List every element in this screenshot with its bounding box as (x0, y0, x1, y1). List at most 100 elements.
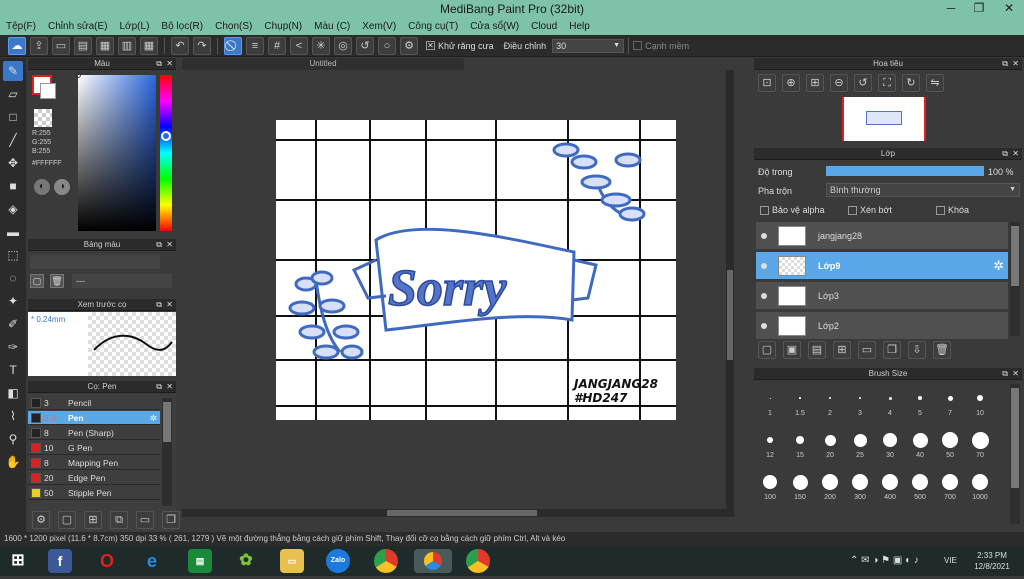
scrollbar-thumb[interactable] (1011, 226, 1019, 286)
canvas-vertical-scrollbar[interactable] (726, 70, 734, 517)
close-icon[interactable]: ✕ (1012, 148, 1019, 160)
grid-snap-icon[interactable]: # (268, 36, 286, 55)
new-halftone-layer-icon[interactable]: ▣ (783, 341, 801, 359)
layer-row[interactable]: jangjang28 (756, 222, 1008, 250)
brush-item[interactable]: 50 Stipple Pen (28, 486, 160, 500)
menu-color[interactable]: Màu (C) (308, 21, 356, 32)
comment-icon[interactable]: ▭ (52, 36, 70, 55)
hand-tool-icon[interactable]: ✋ (3, 452, 23, 472)
settings-icon[interactable]: ⚙ (400, 36, 418, 55)
menu-help[interactable]: Help (563, 21, 596, 32)
select-rect-tool-icon[interactable]: ⬚ (3, 245, 23, 265)
layer-row[interactable]: Lớp9 ✲ (756, 252, 1008, 280)
brush-size-option[interactable]: 25 (845, 428, 875, 459)
secondary-color-swatch[interactable] (40, 83, 56, 99)
facebook-icon[interactable]: f (48, 549, 72, 573)
brush-size-option[interactable]: 12 (755, 428, 785, 459)
zalo-icon[interactable]: Zalo (326, 549, 350, 573)
brush-size-option[interactable]: 300 (845, 470, 875, 501)
zoom-in-icon[interactable]: ⊕ (782, 74, 800, 92)
brush-size-option[interactable]: 20 (815, 428, 845, 459)
rotate-right-icon[interactable]: ↻ (902, 74, 920, 92)
cloud-icon[interactable]: ☁ (8, 36, 26, 55)
antialias-checkbox[interactable]: ✕ Khử răng cưa (426, 41, 494, 51)
palette-icon[interactable]: ◐ (34, 179, 50, 195)
brush-size-scrollbar[interactable] (1010, 384, 1020, 524)
dropper2-tool-icon[interactable]: ⚲ (3, 429, 23, 449)
zoom-out-icon[interactable]: ⊖ (830, 74, 848, 92)
shape-tool-icon[interactable]: □ (3, 107, 23, 127)
brush-size-option[interactable]: 700 (935, 470, 965, 501)
undo-icon[interactable]: ↶ (171, 36, 189, 55)
adjust-dropdown[interactable]: 30 ▼ (552, 38, 625, 53)
bucket-tool-icon[interactable]: ◈ (3, 199, 23, 219)
brush-size-option[interactable]: 1.5 (785, 386, 815, 417)
radial-snap-icon[interactable]: ✳ (312, 36, 330, 55)
add-layer-menu-icon[interactable]: ⊞ (833, 341, 851, 359)
trash-icon[interactable]: 🗑 (50, 274, 64, 288)
close-button[interactable]: ✕ (996, 0, 1022, 18)
redo-icon[interactable]: ↷ (193, 36, 211, 55)
zoom-fit-icon[interactable]: ⊡ (758, 74, 776, 92)
brush-size-option[interactable]: 5 (905, 386, 935, 417)
select-eraser-tool-icon[interactable]: ✑ (3, 337, 23, 357)
new-8bit-layer-icon[interactable]: ▤ (808, 341, 826, 359)
palette-name-field[interactable]: --- (72, 274, 172, 288)
app-icon[interactable]: ✿ (234, 549, 258, 573)
close-icon[interactable]: ✕ (1012, 368, 1019, 380)
close-icon[interactable]: ✕ (166, 381, 173, 393)
protect-alpha-checkbox[interactable]: Bảo vệ alpha (760, 205, 825, 215)
popout-icon[interactable]: ⧉ (156, 381, 162, 393)
brush-item[interactable]: 3.3 Pen ✲ (28, 411, 160, 425)
brush-size-option[interactable]: 4 (875, 386, 905, 417)
menu-file[interactable]: Tệp(F) (0, 21, 42, 32)
duplicate-layer-icon[interactable]: ❐ (883, 341, 901, 359)
maximize-button[interactable]: ❐ (966, 0, 992, 18)
rotate-left-icon[interactable]: ↺ (854, 74, 872, 92)
menu-tools[interactable]: Công cụ(T) (402, 21, 464, 32)
brush-size-option[interactable]: 7 (935, 386, 965, 417)
visibility-eye-icon[interactable] (761, 263, 767, 269)
hue-slider[interactable] (160, 75, 172, 231)
perspective-snap-icon[interactable]: < (290, 36, 308, 55)
menu-window[interactable]: Cửa sổ(W) (464, 21, 525, 32)
brush-tool-icon[interactable]: ✎ (3, 61, 23, 81)
snap-off-icon[interactable]: ⃠ (224, 36, 242, 55)
brush-list-scrollbar[interactable] (162, 398, 172, 506)
new-brush-icon[interactable]: ▢ (58, 511, 76, 529)
new-layer-icon[interactable]: ▢ (758, 341, 776, 359)
popout-icon[interactable]: ⧉ (1002, 148, 1008, 160)
popout-icon[interactable]: ⧉ (1002, 58, 1008, 70)
page-icon[interactable]: ▦ (96, 36, 114, 55)
move-tool-icon[interactable]: ✥ (3, 153, 23, 173)
eraser-tool-icon[interactable]: ▱ (3, 84, 23, 104)
lasso-tool-icon[interactable]: ◌ (3, 268, 23, 288)
brush-size-option[interactable]: 40 (905, 428, 935, 459)
brush-size-option[interactable]: 50 (935, 428, 965, 459)
brush-size-option[interactable]: 1 (755, 386, 785, 417)
folder-icon[interactable]: ▭ (280, 549, 304, 573)
clipping-checkbox[interactable]: Xén bớt (848, 205, 892, 215)
parallel-snap-icon[interactable]: ≡ (246, 36, 264, 55)
brush-item[interactable]: 8 Mapping Pen (28, 456, 160, 470)
transparent-color-swatch[interactable] (34, 109, 52, 127)
opacity-slider[interactable] (826, 166, 984, 176)
opera-icon[interactable]: O (95, 549, 119, 573)
brush-size-option[interactable]: 1000 (965, 470, 995, 501)
fill-rect-tool-icon[interactable]: ■ (3, 176, 23, 196)
popout-icon[interactable]: ⧉ (156, 299, 162, 311)
brush-size-option[interactable]: 400 (875, 470, 905, 501)
menu-snap[interactable]: Chụp(N) (258, 21, 308, 32)
new-palette-icon[interactable]: ▢ (30, 274, 44, 288)
visibility-eye-icon[interactable] (761, 293, 767, 299)
scrollbar-thumb[interactable] (1011, 388, 1019, 488)
speech-icon[interactable]: ▤ (74, 36, 92, 55)
fit-window-icon[interactable]: ⛶ (878, 74, 896, 92)
brush-item[interactable]: 20 Edge Pen (28, 471, 160, 485)
visibility-eye-icon[interactable] (761, 323, 767, 329)
popout-icon[interactable]: ⧉ (1002, 368, 1008, 380)
chrome-icon[interactable] (374, 549, 398, 573)
brush-size-option[interactable]: 30 (875, 428, 905, 459)
actual-size-icon[interactable]: ⊞ (806, 74, 824, 92)
merge-down-icon[interactable]: ⇩ (908, 341, 926, 359)
